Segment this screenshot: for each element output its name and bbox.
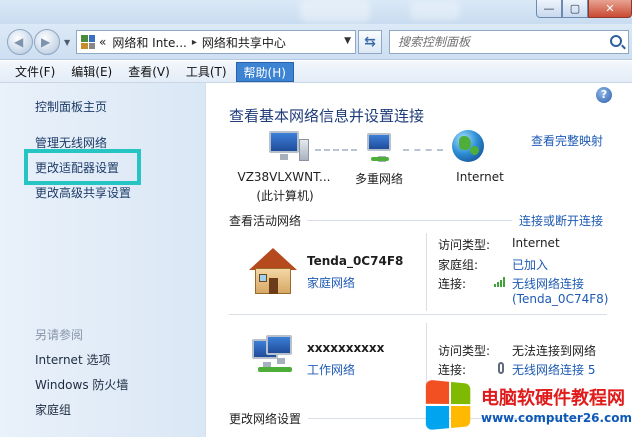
work-network-icon xyxy=(252,335,302,375)
refresh-button[interactable]: ⇆ xyxy=(358,30,382,54)
back-button[interactable]: ◀ xyxy=(7,29,33,55)
address-bar[interactable]: « 网络和 Inte... ▸ 网络和共享中心 ▼ xyxy=(76,30,356,54)
watermark-url: www.computer26.com xyxy=(481,411,632,425)
menu-help[interactable]: 帮助(H) xyxy=(235,61,294,82)
address-dropdown-icon[interactable]: ▼ xyxy=(344,36,351,46)
breadcrumb-separator-icon[interactable]: ▸ xyxy=(192,37,197,48)
control-panel-icon xyxy=(81,35,95,49)
search-input[interactable] xyxy=(390,31,595,53)
network-type-link-1[interactable]: 家庭网络 xyxy=(307,274,355,291)
menu-view[interactable]: 查看(V) xyxy=(121,62,177,82)
window-controls: — ▢ ✕ xyxy=(536,0,632,19)
wireless-signal-icon xyxy=(494,277,506,287)
title-bar: — ▢ ✕ xyxy=(0,0,632,24)
wireless-connection-link-2[interactable]: 无线网络连接 5 xyxy=(512,361,595,378)
access-type-key-1: 访问类型: xyxy=(438,238,491,252)
network-type-link-2[interactable]: 工作网络 xyxy=(307,361,355,378)
divider xyxy=(229,314,607,315)
close-button[interactable]: ✕ xyxy=(588,0,632,18)
breadcrumb-prefix[interactable]: « xyxy=(99,35,106,49)
sidebar: 控制面板主页 管理无线网络 更改适配器设置 更改高级共享设置 另请参阅 Inte… xyxy=(0,83,206,437)
title-blur xyxy=(410,2,460,20)
sidebar-windows-firewall[interactable]: Windows 防火墙 xyxy=(35,376,128,393)
sidebar-homegroup[interactable]: 家庭组 xyxy=(35,401,71,418)
access-type-value-1: Internet xyxy=(512,236,560,250)
connection-key-1: 连接: xyxy=(438,277,467,291)
windows-logo-icon xyxy=(425,379,472,433)
watermark-title: 电脑软硬件教程网 xyxy=(481,388,625,409)
map-connector-line xyxy=(403,149,443,151)
forward-button[interactable]: ▶ xyxy=(34,29,60,55)
network-name-1: Tenda_0C74F8 xyxy=(307,254,404,268)
watermark: 电脑软硬件教程网 www.computer26.com xyxy=(425,378,632,437)
recent-pages-dropdown-icon[interactable]: ▼ xyxy=(64,38,70,47)
navigation-bar: ◀ ▶ ▼ « 网络和 Inte... ▸ 网络和共享中心 ▼ ⇆ xyxy=(0,24,632,60)
network-name-2: xxxxxxxxxx xyxy=(307,341,385,355)
minimize-button[interactable]: — xyxy=(536,0,562,18)
wireless-adapter-icon xyxy=(498,362,504,374)
page-title: 查看基本网络信息并设置连接 xyxy=(229,107,425,125)
help-icon[interactable]: ? xyxy=(596,87,612,103)
access-type-value-2: 无法连接到网络 xyxy=(512,344,597,358)
wireless-connection-ssid[interactable]: (Tenda_0C74F8) xyxy=(512,292,608,306)
title-blur xyxy=(300,0,370,22)
sidebar-internet-options[interactable]: Internet 选项 xyxy=(35,351,110,368)
see-also-heading: 另请参阅 xyxy=(35,328,84,342)
homegroup-key: 家庭组: xyxy=(438,258,479,272)
access-type-key-2: 访问类型: xyxy=(438,344,491,358)
menu-edit[interactable]: 编辑(E) xyxy=(64,62,119,82)
sidebar-advanced-sharing[interactable]: 更改高级共享设置 xyxy=(35,184,131,201)
sidebar-control-panel-home[interactable]: 控制面板主页 xyxy=(35,98,107,115)
refresh-icon: ⇆ xyxy=(364,34,376,50)
wireless-connection-link-1[interactable]: 无线网络连接 xyxy=(512,275,584,292)
connection-key-2: 连接: xyxy=(438,363,467,377)
menu-bar: 文件(F) 编辑(E) 查看(V) 工具(T) 帮助(H) xyxy=(0,61,632,83)
back-arrow-icon: ◀ xyxy=(14,35,24,49)
breadcrumb-network-internet[interactable]: 网络和 Inte... xyxy=(112,34,187,51)
sidebar-change-adapter-settings[interactable]: 更改适配器设置 xyxy=(35,159,119,176)
menu-file[interactable]: 文件(F) xyxy=(8,62,62,82)
search-icon[interactable] xyxy=(610,35,622,47)
internet-label: Internet xyxy=(456,170,504,184)
active-networks-label: 查看活动网络 xyxy=(229,214,302,228)
computer-name: VZ38VLXWNT... xyxy=(237,170,331,184)
vertical-divider xyxy=(426,233,427,311)
multiple-networks-label: 多重网络 xyxy=(354,172,403,186)
forward-arrow-icon: ▶ xyxy=(41,35,51,49)
menu-tools[interactable]: 工具(T) xyxy=(179,62,234,82)
homegroup-joined-link[interactable]: 已加入 xyxy=(512,256,548,273)
home-network-icon xyxy=(249,248,297,294)
connect-disconnect-link[interactable]: 连接或断开连接 xyxy=(519,212,603,229)
maximize-button[interactable]: ▢ xyxy=(562,0,588,18)
internet-globe-icon xyxy=(452,130,484,162)
view-full-map-link[interactable]: 查看完整映射 xyxy=(531,132,603,149)
computer-sublabel: (此计算机) xyxy=(256,189,314,203)
search-box[interactable] xyxy=(389,30,629,54)
breadcrumb-sharing-center[interactable]: 网络和共享中心 xyxy=(202,34,286,51)
change-network-settings-label: 更改网络设置 xyxy=(229,412,302,426)
divider xyxy=(307,220,512,221)
map-connector-line xyxy=(315,149,357,151)
